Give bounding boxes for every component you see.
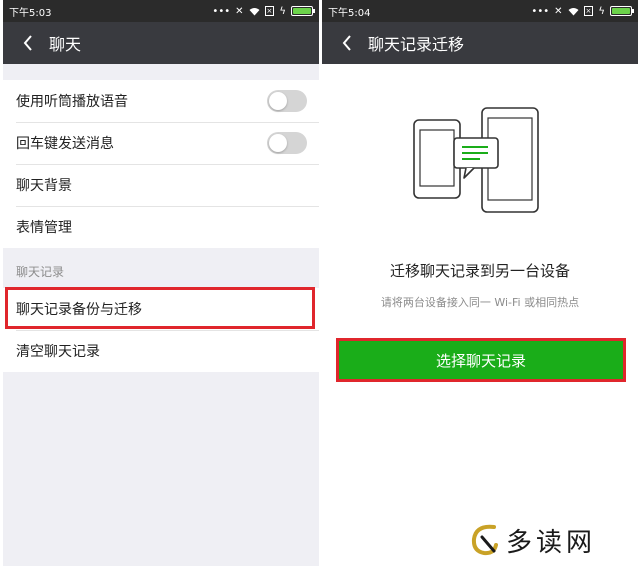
sim-icon: × xyxy=(264,6,275,16)
status-icons: ••• ✕ × ϟ xyxy=(531,5,634,17)
watermark: 多读网 xyxy=(470,520,630,560)
back-button[interactable] xyxy=(13,22,43,64)
setting-earpiece-voice[interactable]: 使用听筒播放语音 xyxy=(3,80,319,122)
settings-group: 使用听筒播放语音 回车键发送消息 聊天背景 表情管理 xyxy=(3,80,319,248)
left-screen: 下午5:03 ••• ✕ × ϟ 聊天 使用听筒播放语音 回车键发送消息 聊天背… xyxy=(3,0,319,566)
silent-icon: ✕ xyxy=(554,5,563,17)
migration-subtext: 请将两台设备接入同一 Wi-Fi 或相同热点 xyxy=(380,296,580,309)
dots-icon: ••• xyxy=(531,5,550,17)
title-bar: 聊天记录迁移 xyxy=(322,22,638,64)
charging-icon: ϟ xyxy=(279,5,286,17)
status-bar: 下午5:04 ••• ✕ × ϟ xyxy=(322,0,638,22)
select-chat-records-button[interactable]: 选择聊天记录 xyxy=(336,338,626,382)
battery-icon xyxy=(291,6,315,16)
title-bar: 聊天 xyxy=(3,22,319,64)
setting-enter-send[interactable]: 回车键发送消息 xyxy=(3,122,319,164)
setting-label: 使用听筒播放语音 xyxy=(16,94,128,110)
phones-transfer-icon xyxy=(413,107,539,213)
setting-chat-background[interactable]: 聊天背景 xyxy=(3,164,319,206)
setting-label: 清空聊天记录 xyxy=(16,344,100,360)
setting-label: 回车键发送消息 xyxy=(16,136,114,152)
page-title: 聊天 xyxy=(49,35,82,54)
setting-label: 表情管理 xyxy=(16,220,72,236)
dots-icon: ••• xyxy=(212,5,231,17)
silent-icon: ✕ xyxy=(235,5,244,17)
right-screen: 下午5:04 ••• ✕ × ϟ 聊天记录迁移 迁移聊天记录到另一台设备 请将两… xyxy=(322,0,638,566)
earpiece-toggle[interactable] xyxy=(267,90,307,112)
records-group: 聊天记录备份与迁移 清空聊天记录 xyxy=(3,288,319,372)
watermark-text: 多读网 xyxy=(506,527,597,558)
back-button[interactable] xyxy=(332,22,362,64)
wifi-icon xyxy=(568,7,579,15)
sim-icon: × xyxy=(583,6,594,16)
section-label-chat-records: 聊天记录 xyxy=(16,265,65,279)
backup-migrate-item[interactable]: 聊天记录备份与迁移 xyxy=(3,288,319,330)
logo-icon xyxy=(471,524,498,556)
status-icons: ••• ✕ × ϟ xyxy=(212,5,315,17)
setting-sticker-management[interactable]: 表情管理 xyxy=(3,206,319,248)
chevron-left-icon xyxy=(23,35,32,51)
settings-list: 使用听筒播放语音 回车键发送消息 聊天背景 表情管理 聊天记录 聊天记录备份与迁… xyxy=(3,64,319,566)
status-time: 下午5:04 xyxy=(328,7,371,19)
enter-send-toggle[interactable] xyxy=(267,132,307,154)
clear-records-item[interactable]: 清空聊天记录 xyxy=(3,330,319,372)
charging-icon: ϟ xyxy=(598,5,605,17)
battery-icon xyxy=(610,6,634,16)
setting-label: 聊天记录备份与迁移 xyxy=(16,302,142,318)
status-bar: 下午5:03 ••• ✕ × ϟ xyxy=(3,0,319,22)
page-title: 聊天记录迁移 xyxy=(368,35,465,54)
wifi-icon xyxy=(249,7,260,15)
status-time: 下午5:03 xyxy=(9,7,52,19)
setting-label: 聊天背景 xyxy=(16,178,72,194)
migration-content: 迁移聊天记录到另一台设备 请将两台设备接入同一 Wi-Fi 或相同热点 选择聊天… xyxy=(322,64,638,566)
chevron-left-icon xyxy=(342,35,351,51)
migration-heading: 迁移聊天记录到另一台设备 xyxy=(389,262,570,280)
